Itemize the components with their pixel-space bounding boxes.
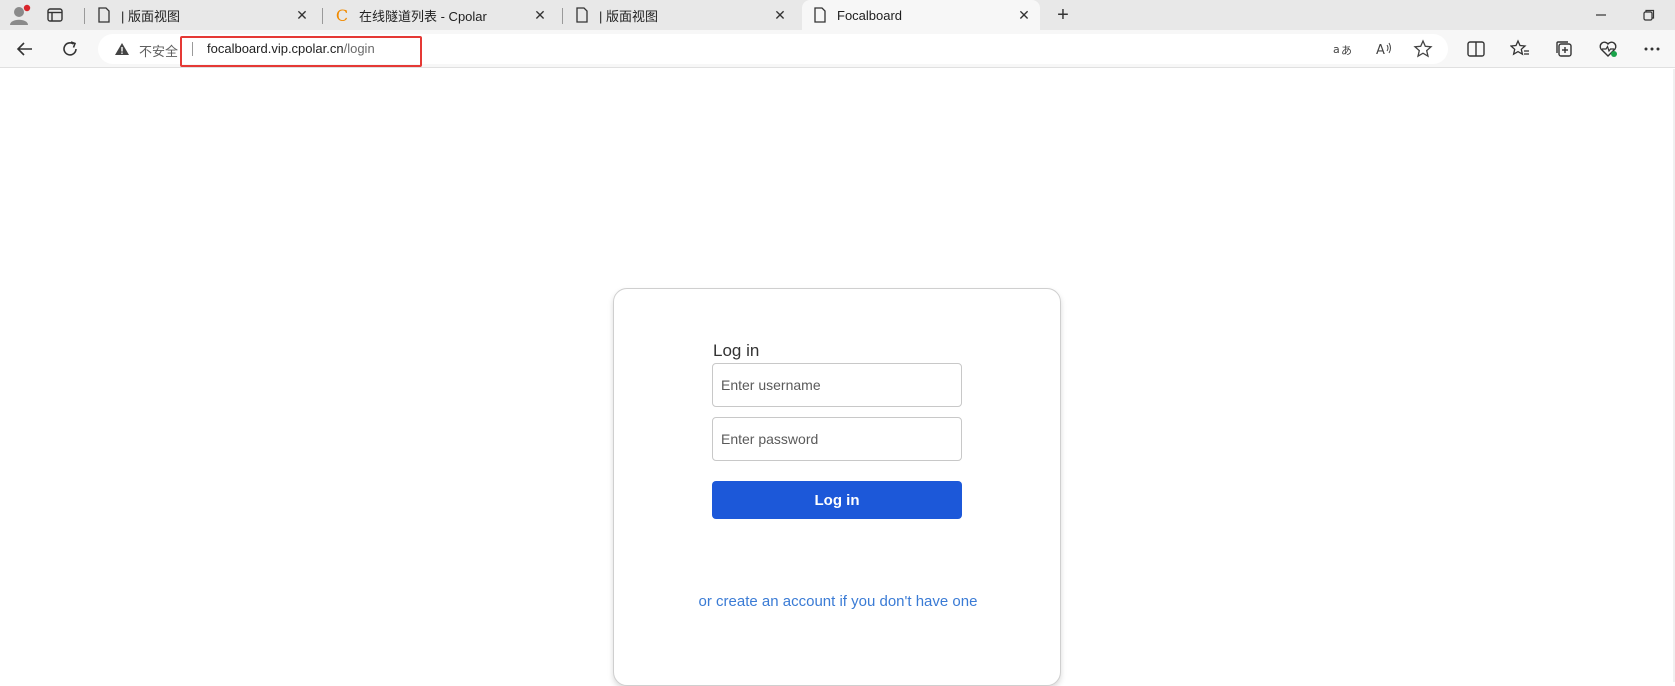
- page-icon: [574, 7, 590, 23]
- minimize-icon[interactable]: [1592, 6, 1610, 24]
- tab-1[interactable]: | 版面视图 ✕: [86, 0, 318, 30]
- tab-title: 在线隧道列表 - Cpolar: [359, 8, 487, 24]
- page-icon: [812, 7, 828, 23]
- url-highlight-box: [180, 36, 422, 67]
- svg-text:a: a: [1333, 43, 1340, 56]
- security-status[interactable]: 不安全: [139, 41, 178, 60]
- tab-title: | 版面视图: [599, 8, 658, 24]
- tab-2[interactable]: C 在线隧道列表 - Cpolar ✕: [324, 0, 556, 30]
- username-input[interactable]: [712, 363, 962, 407]
- tab-separator: [562, 8, 563, 24]
- warning-icon[interactable]: [114, 42, 130, 56]
- tab-title: Focalboard: [837, 7, 903, 23]
- login-title: Log in: [713, 341, 760, 360]
- tab-actions-icon[interactable]: [46, 6, 64, 24]
- page-icon: [96, 7, 112, 23]
- tab-title: | 版面视图: [121, 8, 180, 24]
- favorite-star-icon[interactable]: [1412, 38, 1434, 60]
- split-screen-icon[interactable]: [1465, 38, 1487, 60]
- close-icon[interactable]: ✕: [294, 7, 310, 23]
- page-content: Log in Log in or create an account if yo…: [0, 69, 1675, 686]
- refresh-icon[interactable]: [59, 38, 81, 60]
- back-icon[interactable]: [14, 38, 36, 60]
- create-account-link[interactable]: or create an account if you don't have o…: [614, 593, 1062, 610]
- login-card: Log in Log in or create an account if yo…: [613, 288, 1061, 686]
- translate-icon[interactable]: aあ: [1331, 38, 1353, 60]
- profile-avatar-icon[interactable]: [8, 4, 32, 26]
- cpolar-icon: C: [335, 5, 349, 25]
- collections-icon[interactable]: [1553, 38, 1575, 60]
- favorites-icon[interactable]: [1509, 38, 1531, 60]
- restore-icon[interactable]: [1640, 6, 1658, 24]
- tab-separator: [322, 8, 323, 24]
- browser-essentials-icon[interactable]: [1597, 38, 1619, 60]
- close-icon[interactable]: ✕: [772, 7, 788, 23]
- login-button[interactable]: Log in: [712, 481, 962, 519]
- password-input[interactable]: [712, 417, 962, 461]
- read-aloud-icon[interactable]: A: [1373, 38, 1395, 60]
- tab-4-active[interactable]: Focalboard ✕: [802, 0, 1040, 30]
- more-options-icon[interactable]: [1641, 38, 1663, 60]
- svg-text:あ: あ: [1341, 44, 1352, 57]
- close-icon[interactable]: ✕: [1016, 7, 1032, 23]
- close-icon[interactable]: ✕: [532, 7, 548, 23]
- new-tab-button[interactable]: +: [1052, 4, 1074, 26]
- tab-separator: [84, 8, 85, 24]
- tab-strip: | 版面视图 ✕ C 在线隧道列表 - Cpolar ✕ | 版面视图 ✕ Fo…: [0, 0, 1675, 30]
- svg-text:A: A: [1376, 43, 1385, 58]
- tab-3[interactable]: | 版面视图 ✕: [564, 0, 796, 30]
